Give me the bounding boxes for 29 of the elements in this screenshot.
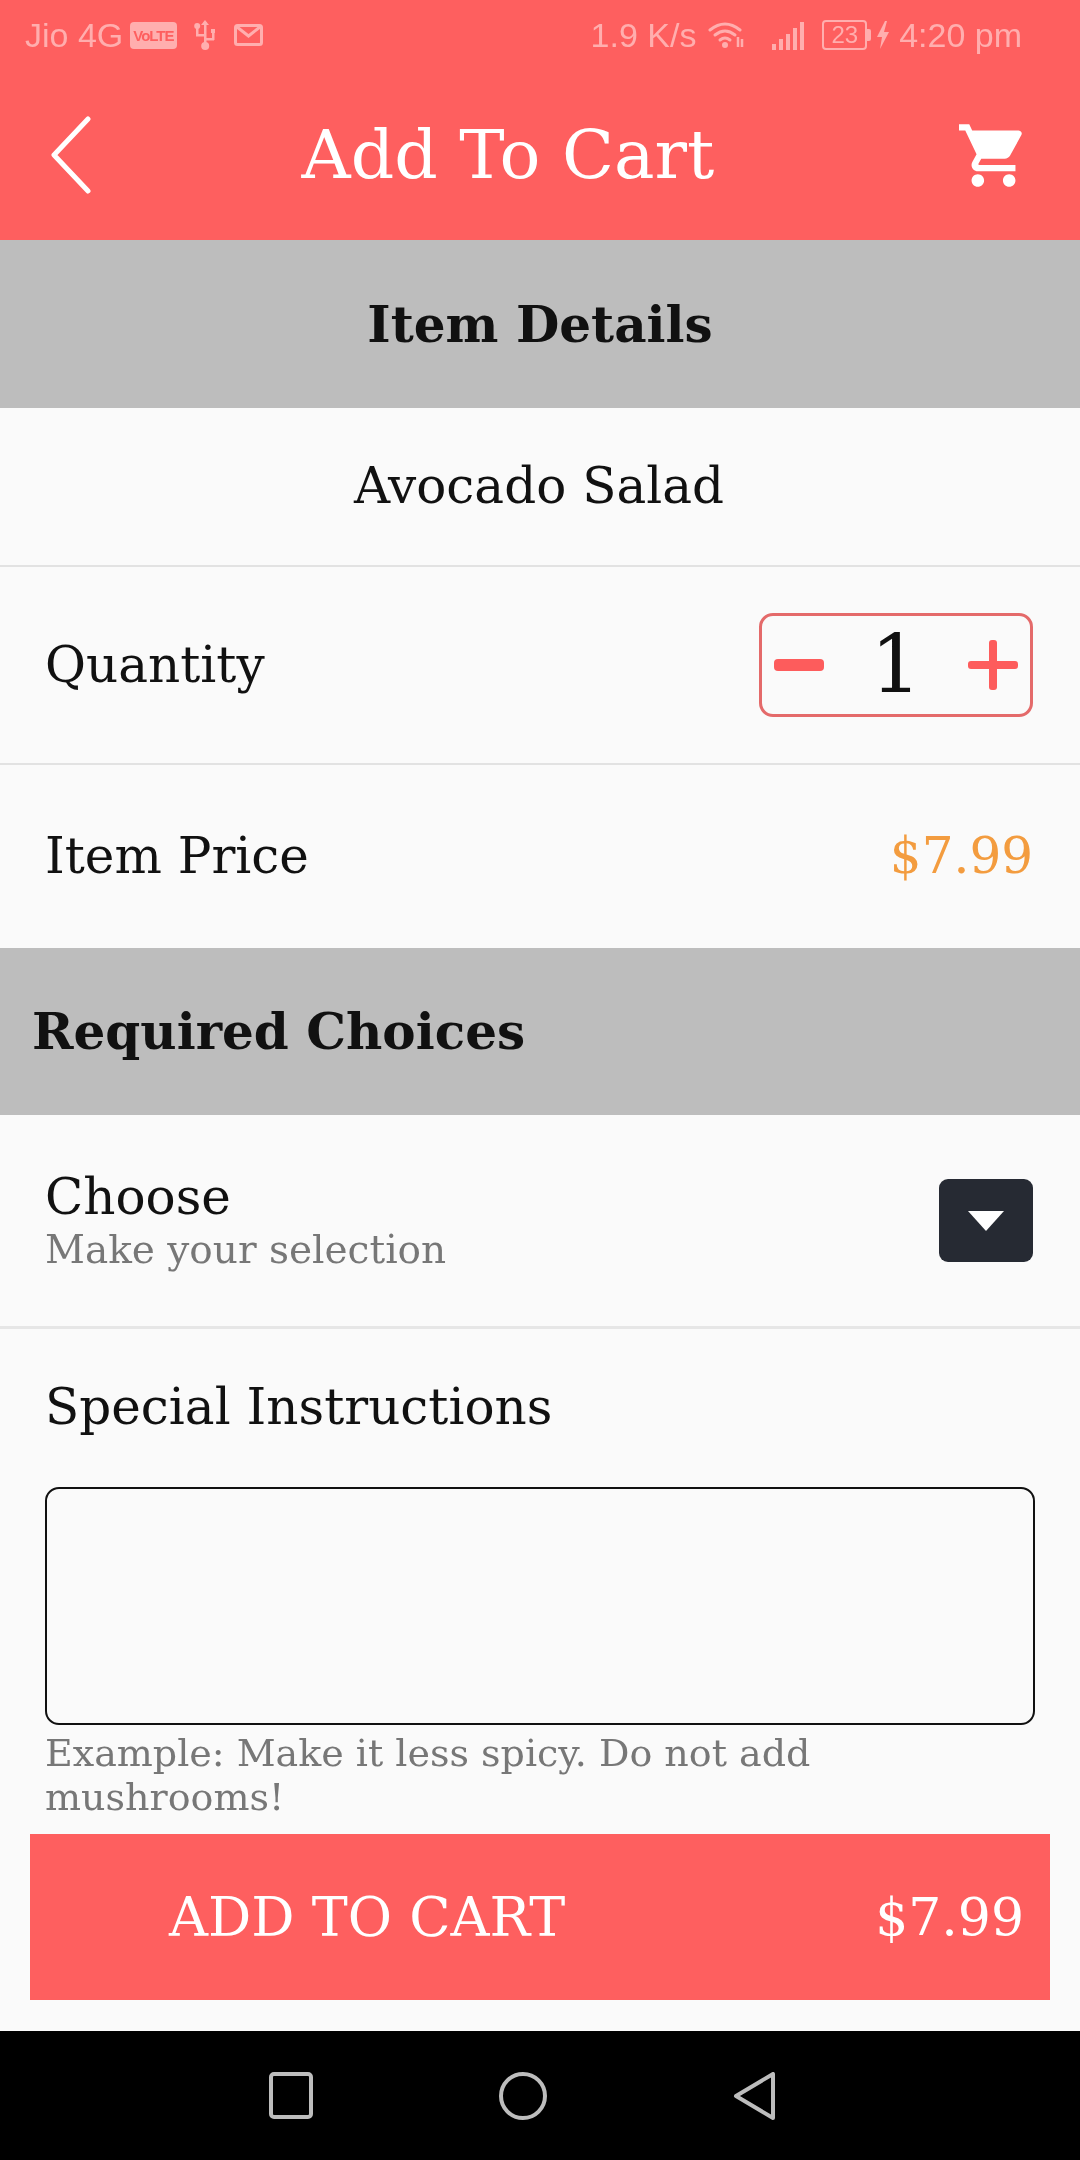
item-price: $7.99 [889,826,1033,887]
item-name: Avocado Salad [353,456,725,517]
network-badge: VoLTE [130,21,177,49]
dropdown-button[interactable] [939,1179,1033,1262]
mail-icon [233,24,263,46]
quantity-label: Quantity [45,634,265,696]
battery-indicator: 23 [822,20,872,50]
instructions-label: Special Instructions [45,1377,554,1437]
instructions-field[interactable] [45,1487,1035,1725]
price-label: Item Price [45,826,309,887]
choice-label: Choose [45,1167,232,1228]
back-icon[interactable] [733,2071,775,2120]
usb-icon [193,20,216,50]
section-heading: Required Choices [32,1001,526,1063]
instructions-example: Example: Make it less spicy. Do not add mushrooms! [45,1731,812,1819]
total-price: $7.99 [875,1886,1024,1949]
screen-title: Add To Cart [301,115,715,194]
plus-icon[interactable] [968,640,1018,690]
section-heading: Item Details [367,293,713,356]
add-to-cart-button[interactable]: ADD TO CART $7.99 [30,1834,1050,2000]
signal-icon [772,20,807,50]
home-icon[interactable] [499,2071,547,2120]
quantity-value: 1 [870,625,922,705]
carrier-name: Jio 4G [25,14,124,56]
caret-icon [968,1210,1004,1231]
choice-hint: Make your selection [45,1227,447,1274]
clock-time: 4:20 pm [899,14,1022,56]
network-speed: 1.9 K/s [590,14,697,56]
recents-icon[interactable] [269,2072,313,2119]
